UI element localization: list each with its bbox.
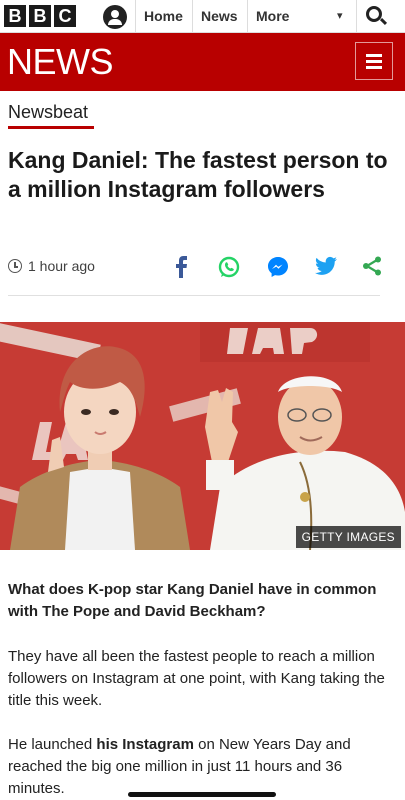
hero-photo [0,322,405,550]
article-paragraph: He launched his Instagram on New Years D… [8,734,398,800]
search-icon[interactable] [366,6,382,22]
nav-more-link[interactable]: More [256,8,289,24]
instagram-link[interactable]: his Instagram [96,736,194,753]
news-title[interactable]: NEWS [7,41,114,83]
nav-home-link[interactable]: Home [144,8,183,24]
chevron-down-icon[interactable]: ▾ [337,9,343,22]
article-headline: Kang Daniel: The fastest person to a mil… [8,147,388,202]
image-credit: GETTY IMAGES [295,526,401,548]
top-bar: B B C Home News More ▾ [0,0,405,33]
divider [8,295,380,296]
account-icon[interactable] [103,5,127,29]
messenger-icon[interactable] [267,256,289,278]
bbc-logo-letter: B [29,5,51,27]
paragraph-text: He launched [8,736,97,753]
home-indicator[interactable] [128,792,276,797]
timestamp-row: 1 hour ago [8,258,95,274]
news-banner: NEWS [0,33,405,91]
share-icon[interactable] [362,256,382,276]
section-underline [8,126,94,129]
clock-icon [8,259,22,273]
bbc-logo[interactable]: B B C [4,5,76,27]
facebook-icon[interactable] [172,256,192,278]
section-link-newsbeat[interactable]: Newsbeat [8,102,88,123]
article-hero-image: GETTY IMAGES [0,322,405,550]
menu-button[interactable] [355,42,393,80]
article-intro: What does K-pop star Kang Daniel have in… [8,581,377,620]
whatsapp-icon[interactable] [218,256,240,278]
twitter-icon[interactable] [315,256,337,276]
nav-news-link[interactable]: News [201,8,238,24]
timestamp: 1 hour ago [28,258,95,274]
bbc-logo-letter: C [54,5,76,27]
bbc-logo-letter: B [4,5,26,27]
article-paragraph: They have all been the fastest people to… [8,648,385,709]
